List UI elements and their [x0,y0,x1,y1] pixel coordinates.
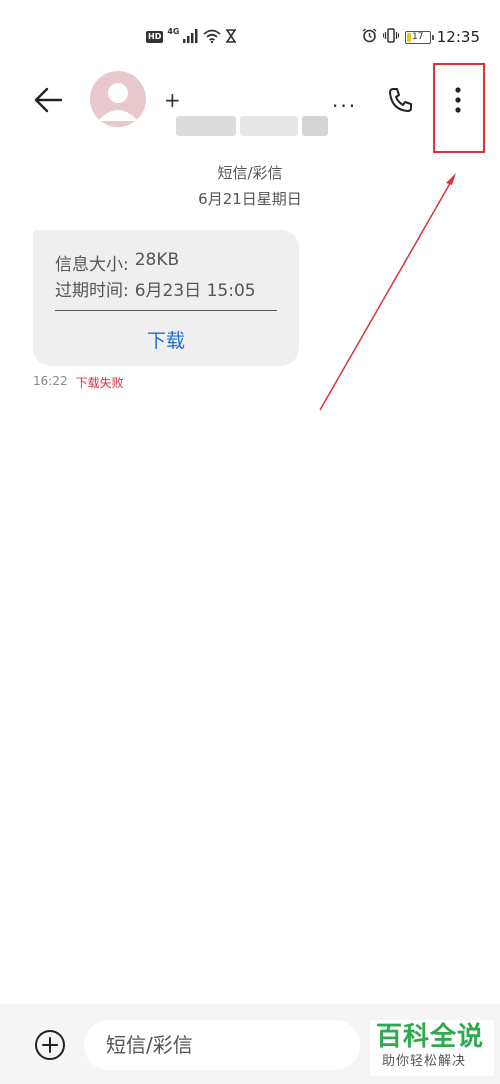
messaging-screen: HD 4G 17 12:35 + ... 短信/彩信 6月21日星期日 信息大小… [0,0,500,1084]
network-type-label: 4G [167,27,180,36]
hd-icon: HD [146,31,164,43]
mms-expiry-row: 过期时间: 6月23日 15:05 [55,276,256,301]
call-button[interactable] [383,82,419,118]
back-arrow-icon [34,87,63,113]
battery-icon: 17 [404,30,434,44]
redacted-block [176,116,236,136]
redacted-block [302,116,328,136]
avatar-person-icon [98,83,138,121]
mms-expiry-label: 过期时间: [55,281,129,301]
add-attachment-button[interactable] [33,1028,67,1062]
mms-download-button[interactable]: 下载 [33,326,299,353]
redacted-block [240,116,298,136]
mms-message-bubble[interactable]: 信息大小: 28KB 过期时间: 6月23日 15:05 下载 [33,230,299,366]
mms-size-label: 信息大小: [55,255,129,275]
mms-expiry-value: 6月23日 15:05 [134,281,256,301]
message-time: 16:22 [33,374,68,388]
hourglass-icon [225,28,237,47]
contact-name-ellipsis: ... [332,88,358,112]
contact-name[interactable]: + ... [164,86,358,136]
watermark-subtitle: 助你轻松解决 [382,1054,467,1069]
watermark-logo: 百科全说 助你轻松解决 [370,1020,494,1076]
plus-circle-icon [35,1030,65,1060]
conversation-channel-label: 短信/彩信 [217,164,283,182]
message-status-failed[interactable]: 下载失败 [76,374,124,391]
avatar[interactable] [90,71,146,127]
battery-fill [406,32,411,42]
alarm-icon [362,27,377,47]
status-bar-left: HD 4G [146,28,237,46]
back-button[interactable] [28,80,68,120]
conversation-header: + ... [0,60,500,140]
battery-level: 17 [412,32,424,42]
status-bar-right: 17 12:35 [362,27,480,47]
mms-divider [55,310,277,311]
wifi-icon [203,28,222,47]
status-bar: HD 4G 17 12:35 [0,0,500,60]
status-time: 12:35 [436,28,480,46]
watermark-title: 百科全说 [376,1022,485,1052]
mms-size-row: 信息大小: 28KB [55,250,179,275]
message-input[interactable] [84,1020,360,1070]
vibrate-icon [382,27,399,47]
phone-icon [389,88,412,112]
contact-name-text: + [164,88,183,112]
mms-size-value: 28KB [134,250,180,270]
message-meta: 16:22 下载失败 [33,374,124,391]
signal-icon [183,28,199,47]
annotation-highlight-box [433,63,485,153]
conversation-date: 6月21日星期日 [198,190,302,208]
